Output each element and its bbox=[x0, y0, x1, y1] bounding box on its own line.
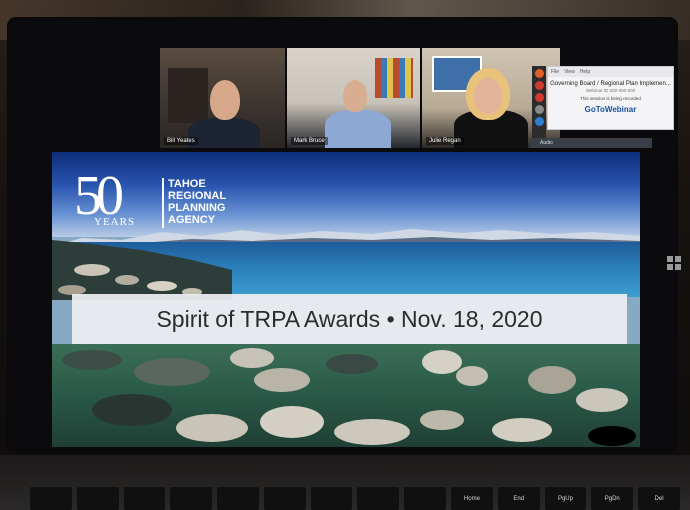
key-f3[interactable] bbox=[123, 487, 166, 510]
menu-file[interactable]: File bbox=[551, 69, 559, 75]
key-f1[interactable] bbox=[30, 487, 72, 510]
key-home[interactable]: Home bbox=[451, 487, 493, 510]
participant-head bbox=[210, 80, 240, 120]
key-pgdn[interactable]: PgDn bbox=[591, 487, 634, 510]
webcam-icon[interactable] bbox=[534, 93, 544, 102]
underwater-rocks bbox=[62, 348, 636, 446]
function-key-row: Home End PgUp PgDn Del bbox=[30, 487, 680, 510]
wall-art bbox=[375, 58, 413, 98]
webinar-title: Governing Board / Regional Plan Implemen… bbox=[550, 81, 671, 87]
key-pgup[interactable]: PgUp bbox=[544, 487, 587, 510]
windows-logo-icon bbox=[667, 256, 681, 270]
participant-body bbox=[325, 110, 391, 148]
chat-icon[interactable] bbox=[534, 117, 544, 126]
rocky-shore bbox=[52, 240, 232, 300]
recording-notice: This session is being recorded bbox=[580, 96, 641, 101]
participant-head bbox=[343, 80, 367, 112]
logo-years: YEARS bbox=[94, 216, 136, 228]
key-f6[interactable] bbox=[263, 487, 306, 510]
video-strip: Bill Yeates Mark Bruce Julie Regan bbox=[160, 48, 560, 148]
video-tile-2[interactable]: Mark Bruce bbox=[287, 48, 420, 148]
gotowebinar-panel: File View Help Governing Board / Regiona… bbox=[547, 66, 674, 130]
settings-icon[interactable] bbox=[534, 105, 544, 114]
microphone-icon[interactable] bbox=[534, 81, 544, 90]
key-del[interactable]: Del bbox=[638, 487, 680, 510]
participant-name: Bill Yeates bbox=[164, 137, 198, 145]
key-f8[interactable] bbox=[357, 487, 400, 510]
key-f4[interactable] bbox=[170, 487, 213, 510]
gtw-menu-bar: File View Help bbox=[548, 67, 673, 77]
webinar-side-toolbar bbox=[532, 66, 546, 138]
audio-section[interactable]: Audio bbox=[530, 138, 652, 148]
key-f2[interactable] bbox=[76, 487, 119, 510]
key-f5[interactable] bbox=[217, 487, 259, 510]
video-tile-1[interactable]: Bill Yeates bbox=[160, 48, 285, 148]
logo-line-4: AGENCY bbox=[168, 214, 216, 226]
key-f9[interactable] bbox=[404, 487, 447, 510]
slide-title: Spirit of TRPA Awards • Nov. 18, 2020 bbox=[156, 306, 543, 332]
menu-help[interactable]: Help bbox=[580, 69, 590, 75]
logo-line-2: REGIONAL bbox=[168, 190, 227, 202]
logo-divider bbox=[162, 178, 164, 228]
title-banner: Spirit of TRPA Awards • Nov. 18, 2020 bbox=[72, 294, 627, 344]
logo-line-3: PLANNING bbox=[168, 202, 226, 214]
participant-name: Mark Bruce bbox=[291, 137, 328, 145]
logo-line-1: TAHOE bbox=[168, 178, 206, 190]
screen-share-icon[interactable] bbox=[534, 69, 544, 78]
webinar-id: Webinar ID 000-000-000 bbox=[585, 88, 636, 93]
participant-name: Julie Regan bbox=[426, 137, 464, 145]
participant-head bbox=[474, 78, 502, 114]
menu-view[interactable]: View bbox=[564, 69, 575, 75]
key-end[interactable]: End bbox=[497, 487, 540, 510]
trpa-logo: 50 YEARS TAHOE REGIONAL PLANNING AGENCY bbox=[74, 166, 264, 238]
key-f7[interactable] bbox=[310, 487, 353, 510]
presentation-slide: 50 YEARS TAHOE REGIONAL PLANNING AGENCY … bbox=[52, 152, 640, 447]
bookshelf bbox=[168, 68, 208, 123]
gotowebinar-logo: GoToWebinar bbox=[584, 105, 637, 114]
participant-body bbox=[188, 118, 260, 148]
